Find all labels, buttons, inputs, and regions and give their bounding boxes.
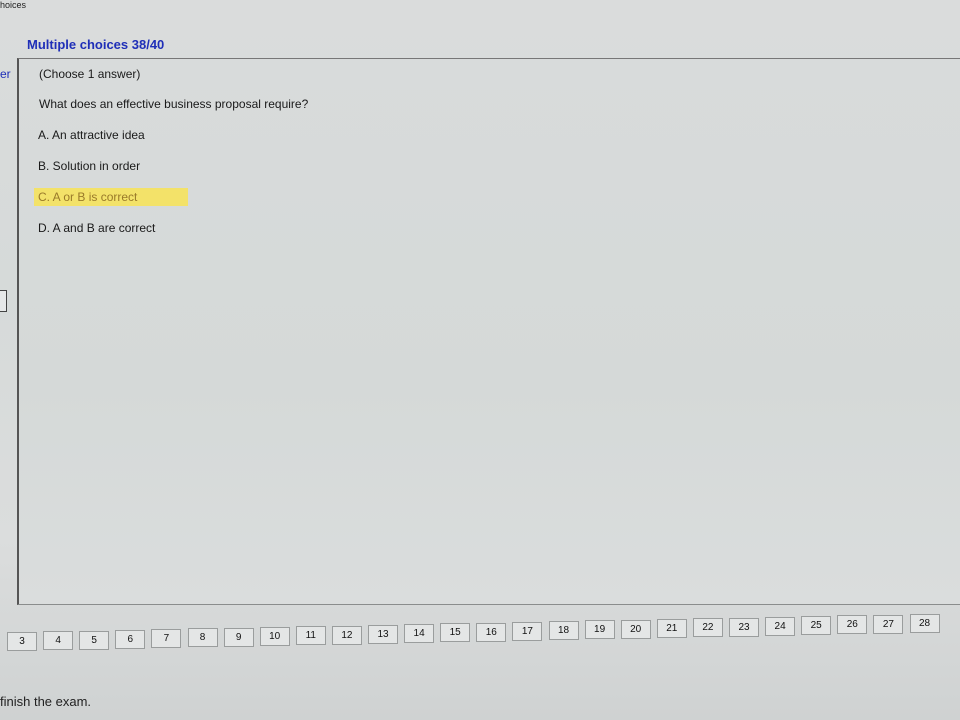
footer-instruction: finish the exam. [0, 694, 92, 709]
page-button[interactable]: 20 [620, 619, 651, 639]
left-edge-label: er [0, 67, 11, 81]
question-instruction: (Choose 1 answer) [39, 67, 141, 81]
page-button[interactable]: 11 [295, 626, 326, 646]
page-button[interactable]: 21 [656, 619, 687, 639]
page-button[interactable]: 8 [187, 628, 218, 648]
page-button[interactable]: 14 [404, 624, 435, 644]
page-button[interactable]: 16 [476, 622, 507, 642]
answer-option-a[interactable]: A. An attractive idea [34, 126, 149, 144]
answer-option-b[interactable]: B. Solution in order [34, 157, 144, 175]
page-button[interactable]: 19 [584, 620, 615, 640]
page-button[interactable]: 6 [115, 629, 146, 649]
page-button[interactable]: 10 [259, 626, 290, 646]
page-button[interactable]: 9 [223, 627, 254, 647]
page-button[interactable]: 4 [43, 631, 74, 651]
page-button[interactable]: 15 [440, 623, 471, 643]
page-button[interactable]: 27 [873, 614, 904, 634]
question-pager: 3 4 5 6 7 8 9 10 11 12 13 14 15 16 17 18 19 20 21 22 23 24 25 2… [0, 608, 960, 651]
page-button[interactable]: 24 [765, 616, 796, 636]
page-button[interactable]: 7 [151, 629, 182, 649]
page-button[interactable]: 28 [909, 614, 940, 633]
page-button[interactable]: 13 [368, 624, 398, 644]
page-button[interactable]: 3 [7, 632, 37, 651]
page-button[interactable]: 18 [548, 621, 579, 641]
exam-window: hoices Multiple choices 38/40 er (Choose… [0, 0, 960, 720]
page-button[interactable]: 23 [729, 617, 759, 637]
answer-option-d[interactable]: D. A and B are correct [34, 219, 159, 237]
window-title: hoices [0, 0, 27, 10]
page-button[interactable]: 22 [692, 618, 723, 638]
question-panel: (Choose 1 answer) What does an effective… [17, 58, 960, 605]
page-button[interactable]: 12 [331, 625, 362, 645]
answer-option-c[interactable]: C. A or B is correct [34, 188, 188, 206]
section-title: Multiple choices 38/40 [27, 37, 165, 52]
page-button[interactable]: 26 [837, 615, 868, 635]
left-edge-control[interactable] [0, 290, 7, 312]
page-button[interactable]: 17 [512, 621, 543, 641]
page-button[interactable]: 25 [801, 616, 832, 636]
page-button[interactable]: 5 [79, 630, 110, 650]
question-text: What does an effective business proposal… [39, 97, 309, 111]
